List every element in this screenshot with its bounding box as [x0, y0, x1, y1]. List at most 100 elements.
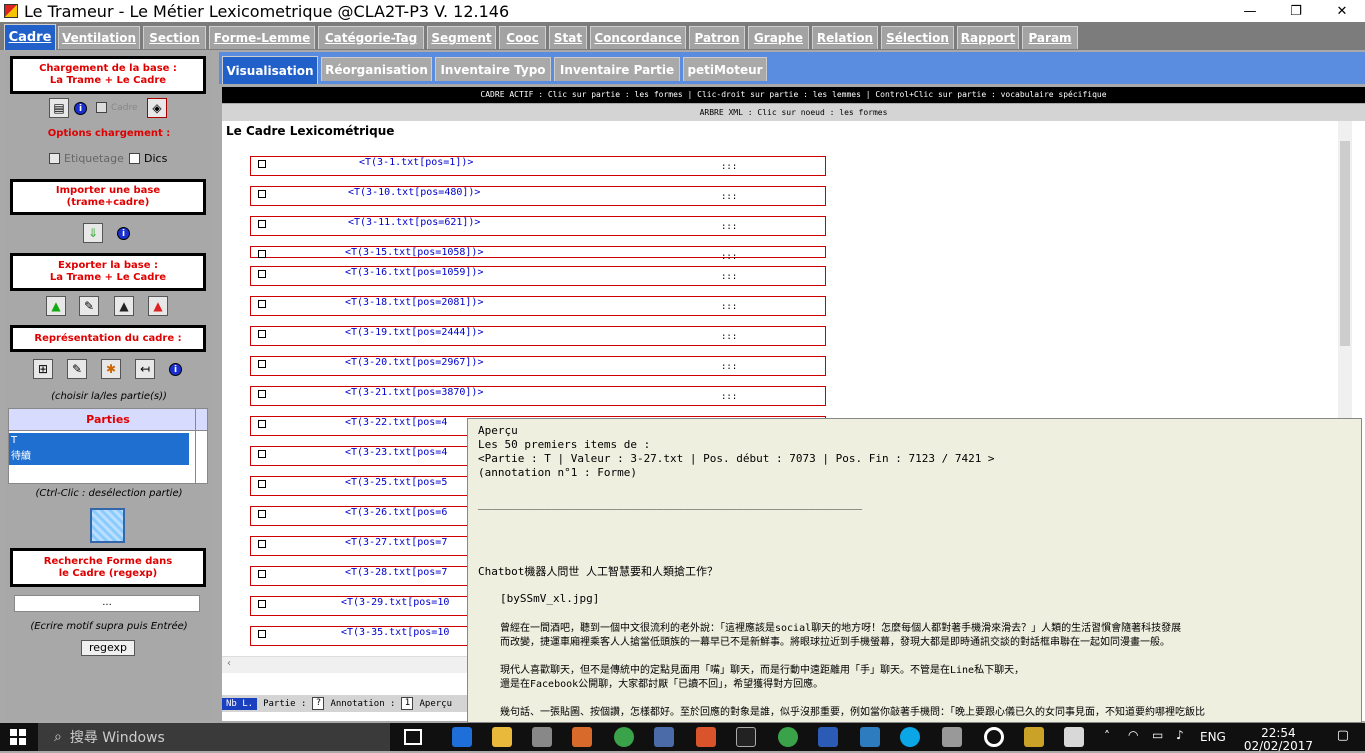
tree-node[interactable]: <T(3-19.txt[pos=2444])>::: — [250, 326, 826, 346]
node-checkbox-icon[interactable] — [258, 480, 266, 488]
node-checkbox-icon[interactable] — [258, 540, 266, 548]
tab-graphe[interactable]: Graphe — [748, 26, 809, 49]
chevron-up-icon[interactable]: ˄ — [1104, 729, 1110, 743]
cadre-checkbox[interactable]: Cadre — [96, 102, 138, 113]
edge-icon[interactable] — [452, 727, 472, 747]
tree-node[interactable]: <T(3-16.txt[pos=1059])>::: — [250, 266, 826, 286]
tree-node[interactable]: <T(3-15.txt[pos=1058])>::: — [250, 246, 826, 262]
node-checkbox-icon[interactable] — [258, 270, 266, 278]
tab-concordance[interactable]: Concordance — [590, 26, 686, 49]
vertical-scrollbar[interactable] — [1338, 121, 1352, 421]
restore-button[interactable]: ❐ — [1273, 0, 1319, 22]
scroll-thumb[interactable] — [1340, 141, 1350, 346]
battery-icon[interactable]: ▭ — [1152, 728, 1163, 742]
volume-icon[interactable]: ♪ — [1176, 728, 1184, 742]
palette-icon[interactable]: ✱ — [101, 359, 121, 379]
notifications-icon[interactable]: ▢ — [1337, 728, 1349, 743]
files-icon[interactable] — [1024, 727, 1044, 747]
node-checkbox-icon[interactable] — [258, 330, 266, 338]
arrow-left-icon[interactable]: ↤ — [135, 359, 155, 379]
node-checkbox-icon[interactable] — [258, 390, 266, 398]
parts-chart-icon[interactable] — [90, 508, 125, 543]
minimize-button[interactable]: — — [1227, 0, 1273, 22]
export-green-icon[interactable]: ▲ — [46, 296, 66, 316]
tab-selection[interactable]: Sélection — [881, 26, 954, 49]
tab-param[interactable]: Param — [1022, 26, 1078, 49]
node-checkbox-icon[interactable] — [258, 450, 266, 458]
partie-field[interactable]: ? — [312, 697, 325, 710]
note-icon[interactable]: ✎ — [67, 359, 87, 379]
language-indicator[interactable]: ENG — [1200, 730, 1226, 744]
tab-inventaire-typo[interactable]: Inventaire Typo — [435, 57, 551, 81]
tab-reorganisation[interactable]: Réorganisation — [321, 57, 432, 81]
diamond-icon[interactable]: ◈ — [147, 98, 167, 118]
windows-start-icon[interactable] — [10, 729, 26, 745]
record-icon[interactable] — [984, 727, 1004, 747]
node-checkbox-icon[interactable] — [258, 360, 266, 368]
etiquetage-checkbox[interactable]: Etiquetage — [49, 152, 124, 165]
tab-visualisation[interactable]: Visualisation — [222, 56, 318, 84]
tree-node[interactable]: <T(3-20.txt[pos=2967])>::: — [250, 356, 826, 376]
dics-checkbox[interactable]: Dics — [129, 152, 167, 165]
task-view-icon[interactable] — [404, 729, 422, 745]
tree-node[interactable]: <T(3-10.txt[pos=480])>::: — [250, 186, 826, 206]
chrome-icon[interactable] — [778, 727, 798, 747]
paint-icon[interactable] — [1064, 727, 1084, 747]
tab-section[interactable]: Section — [143, 26, 206, 49]
tab-cadre[interactable]: Cadre — [4, 24, 56, 50]
node-checkbox-icon[interactable] — [258, 630, 266, 638]
node-checkbox-icon[interactable] — [258, 510, 266, 518]
tab-stat[interactable]: Stat — [549, 26, 587, 49]
node-checkbox-icon[interactable] — [258, 190, 266, 198]
load-base-icon[interactable]: ▤ — [49, 98, 69, 118]
tab-patron[interactable]: Patron — [689, 26, 745, 49]
tree-node[interactable]: <T(3-11.txt[pos=621])>::: — [250, 216, 826, 236]
nb-lines-button[interactable]: Nb L. — [222, 697, 258, 710]
media-icon[interactable] — [572, 727, 592, 747]
skype-icon[interactable] — [900, 727, 920, 747]
node-checkbox-icon[interactable] — [258, 250, 266, 258]
tab-relation[interactable]: Relation — [812, 26, 878, 49]
trameur-icon[interactable] — [654, 727, 674, 747]
tab-forme-lemme[interactable]: Forme-Lemme — [209, 26, 315, 49]
node-checkbox-icon[interactable] — [258, 600, 266, 608]
info-icon[interactable]: i — [117, 227, 130, 240]
image-icon[interactable] — [942, 727, 962, 747]
regexp-search-input[interactable]: ... — [14, 595, 200, 612]
node-checkbox-icon[interactable] — [258, 160, 266, 168]
tree-node[interactable]: <T(3-21.txt[pos=3870])>::: — [250, 386, 826, 406]
node-checkbox-icon[interactable] — [258, 570, 266, 578]
list-item[interactable]: 待續 — [9, 449, 189, 465]
node-checkbox-icon[interactable] — [258, 220, 266, 228]
list-item[interactable]: T — [9, 433, 189, 449]
folder-icon[interactable] — [492, 727, 512, 747]
export-red-icon[interactable]: ▲ — [148, 296, 168, 316]
tab-categorie-tag[interactable]: Catégorie-Tag — [318, 26, 424, 49]
grid-icon[interactable]: ⊞ — [33, 359, 53, 379]
import-arrow-icon[interactable]: ⇓ — [83, 223, 103, 243]
scroll-left-icon[interactable]: ‹ — [227, 658, 231, 669]
close-button[interactable]: ✕ — [1319, 0, 1365, 22]
parts-list[interactable]: Parties T 待續 — [8, 408, 208, 484]
office-icon[interactable] — [696, 727, 716, 747]
export-dark-icon[interactable]: ▲ — [114, 296, 134, 316]
chrome-icon[interactable] — [614, 727, 634, 747]
regexp-button[interactable]: regexp — [81, 640, 135, 656]
tab-rapport[interactable]: Rapport — [957, 26, 1019, 49]
tab-ventilation[interactable]: Ventilation — [58, 26, 140, 49]
tab-petimoteur[interactable]: petiMoteur — [683, 57, 767, 81]
store-icon[interactable] — [532, 727, 552, 747]
info-icon[interactable]: i — [169, 363, 182, 376]
terminal-icon[interactable] — [736, 727, 756, 747]
app-icon[interactable] — [860, 727, 880, 747]
horizontal-scrollbar[interactable]: ‹ — [222, 656, 472, 673]
info-icon[interactable]: i — [74, 102, 87, 115]
tree-node[interactable]: <T(3-1.txt[pos=1])>::: — [250, 156, 826, 176]
word-icon[interactable] — [818, 727, 838, 747]
tab-cooc[interactable]: Cooc — [499, 26, 546, 49]
taskbar-search[interactable]: ⌕ 搜尋 Windows — [38, 723, 390, 751]
node-checkbox-icon[interactable] — [258, 420, 266, 428]
tree-node[interactable]: <T(3-18.txt[pos=2081])>::: — [250, 296, 826, 316]
tab-segment[interactable]: Segment — [427, 26, 496, 49]
export-edit-icon[interactable]: ✎ — [79, 296, 99, 316]
